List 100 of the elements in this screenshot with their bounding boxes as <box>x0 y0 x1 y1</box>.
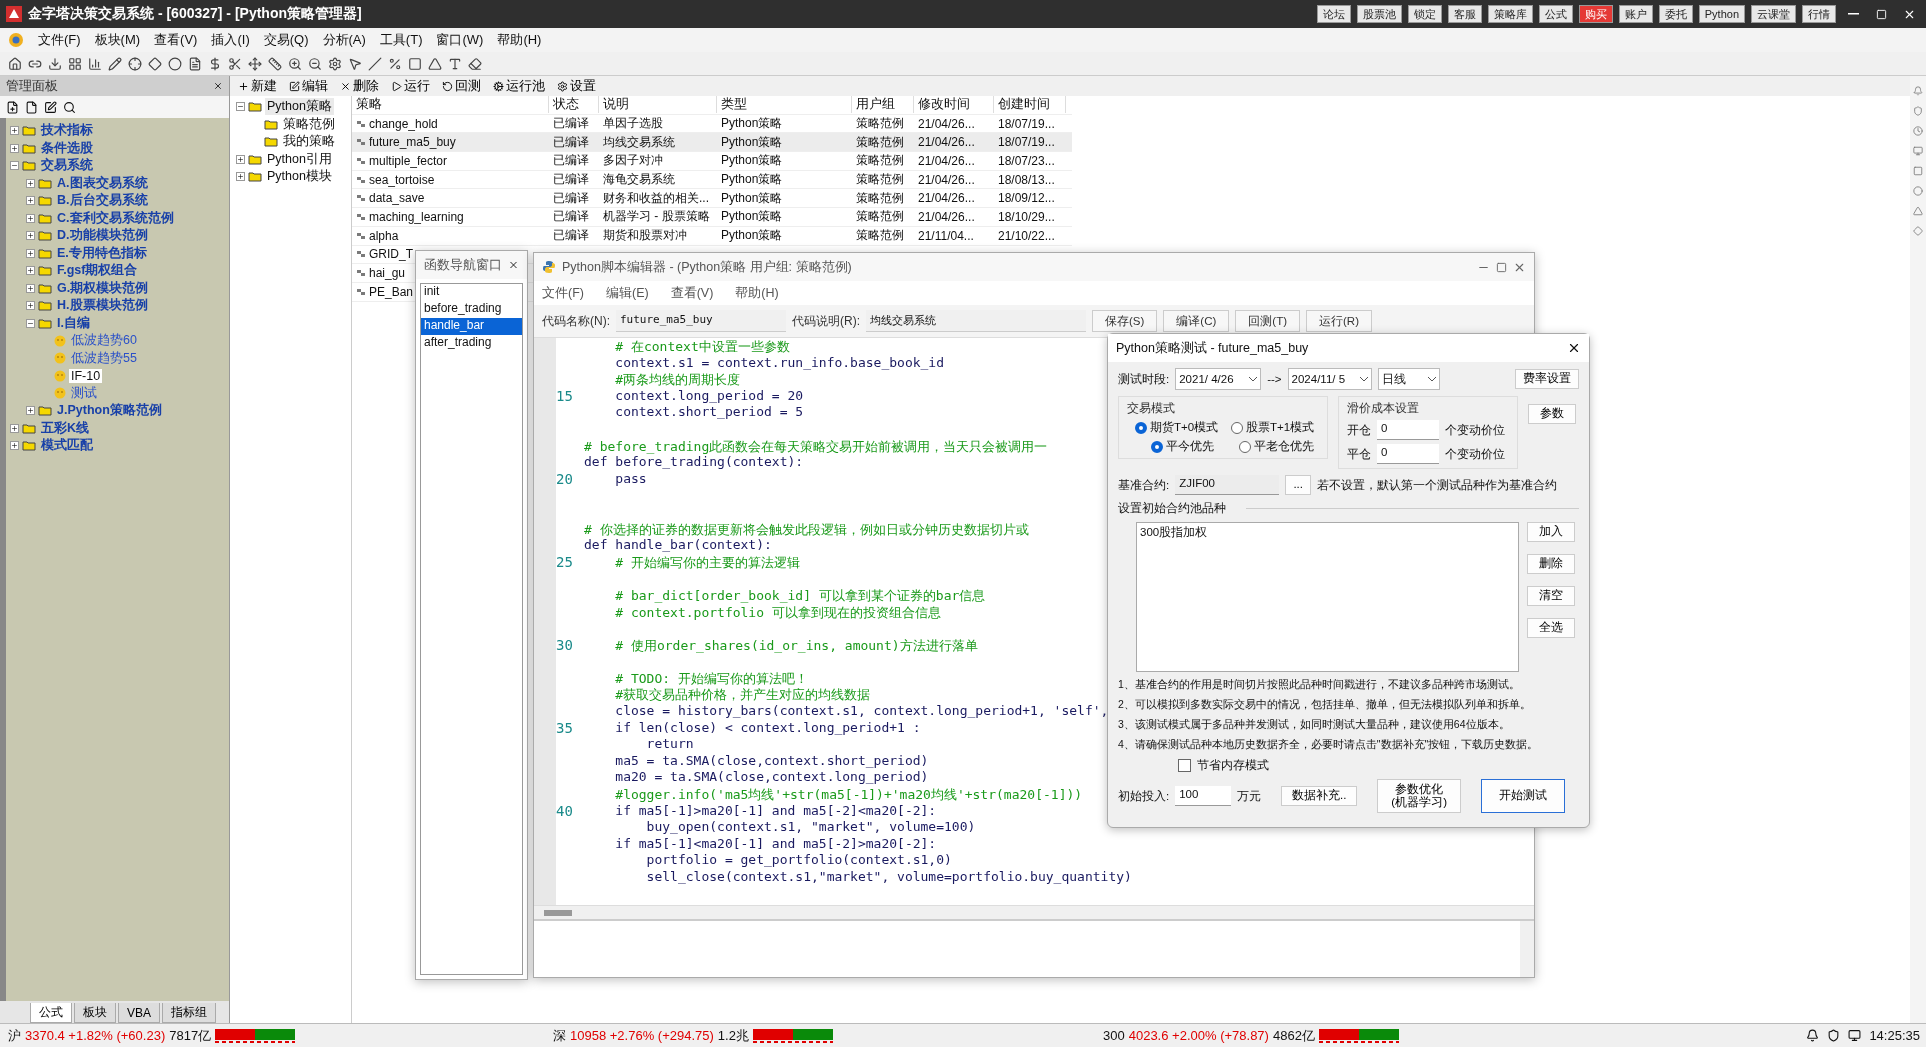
checkbox[interactable] <box>1178 759 1191 772</box>
edit-icon[interactable] <box>44 100 57 114</box>
browse-button[interactable]: ... <box>1285 475 1312 495</box>
tree-item[interactable]: 低波趋势55 <box>69 349 139 367</box>
toolbar-button[interactable]: 策略库 <box>1487 5 1533 23</box>
tree-item[interactable]: F.gsf期权组合 <box>55 262 140 280</box>
date-picker[interactable]: 2021/ 4/26 <box>1175 368 1262 390</box>
tree-item[interactable]: 低波趋势60 <box>69 332 139 350</box>
table-row[interactable]: data_save 已编译 财务和收益的相关... Python策略 策略范例 21/04/26... 18/09/12... <box>352 189 1072 209</box>
toolbar-button[interactable]: 股票池 <box>1356 5 1402 23</box>
input-field[interactable]: 0 <box>1377 420 1439 440</box>
toolbar-button[interactable]: 回测 <box>440 77 483 95</box>
column-header[interactable]: 说明 <box>599 96 717 114</box>
home-icon[interactable] <box>8 56 22 71</box>
radio-button[interactable]: 股票T+1模式 <box>1231 420 1319 435</box>
tree-item[interactable]: IF-10 <box>69 368 103 383</box>
tree-item[interactable]: J.Python策略范例 <box>55 402 164 420</box>
pool-button[interactable]: 清空 <box>1527 586 1575 606</box>
collapse-icon[interactable] <box>10 161 19 171</box>
rectangle-icon[interactable] <box>408 56 422 71</box>
column-header[interactable]: 用户组 <box>852 96 914 114</box>
tree-item[interactable]: A.图表交易系统 <box>55 174 150 192</box>
new-file-icon[interactable] <box>6 100 19 114</box>
tree-item[interactable]: Python策略 <box>265 98 334 116</box>
expand-icon[interactable] <box>26 301 35 311</box>
tab[interactable]: VBA <box>118 1003 160 1023</box>
tree-item[interactable]: 技术指标 <box>39 122 95 140</box>
toolbar-button[interactable]: 删除 <box>338 77 381 95</box>
close-icon[interactable] <box>213 81 223 91</box>
expand-icon[interactable] <box>26 213 35 223</box>
tree-item[interactable]: 我的策略 <box>281 133 337 151</box>
dollar-icon[interactable] <box>208 56 222 71</box>
toolbar-button[interactable]: 新建 <box>236 77 279 95</box>
input-field[interactable]: ZJIF00 <box>1175 475 1280 495</box>
data-supplement-button[interactable]: 数据补充.. <box>1281 786 1358 806</box>
menu-item[interactable]: 查看(V) <box>154 31 198 49</box>
expand-icon[interactable] <box>26 231 35 241</box>
toolbar-button[interactable]: 设置 <box>555 77 598 95</box>
document-icon[interactable] <box>188 56 202 71</box>
vertical-scrollbar[interactable] <box>1520 921 1534 977</box>
diamond-icon[interactable] <box>148 56 162 71</box>
toolbar-button[interactable]: 账户 <box>1618 5 1653 23</box>
toolbar-button[interactable]: 锁定 <box>1407 5 1442 23</box>
bell-icon[interactable] <box>1806 1029 1820 1042</box>
settings-icon[interactable] <box>328 56 342 71</box>
expand-icon[interactable] <box>10 143 19 153</box>
toolbar-button[interactable]: 客服 <box>1447 5 1482 23</box>
download-icon[interactable] <box>48 56 62 71</box>
tree-item[interactable]: I.自编 <box>55 314 92 332</box>
expand-icon[interactable] <box>26 196 35 206</box>
triangle-icon[interactable] <box>428 56 442 71</box>
maximize-icon[interactable] <box>1496 261 1507 273</box>
menu-item[interactable]: 帮助(H) <box>497 31 542 49</box>
radio-button[interactable]: 平今优先 <box>1151 439 1231 454</box>
tree-item[interactable]: 策略范例 <box>281 115 337 133</box>
editor-button[interactable]: 回测(T) <box>1235 310 1300 332</box>
crosshair-icon[interactable] <box>128 56 142 71</box>
line-icon[interactable] <box>368 56 382 71</box>
column-header[interactable]: 策略 <box>352 96 549 114</box>
tree-item[interactable]: E.专用特色指标 <box>55 244 149 262</box>
pool-button[interactable]: 全选 <box>1527 618 1575 638</box>
expand-icon[interactable] <box>10 126 19 136</box>
shield-icon[interactable] <box>1827 1029 1841 1042</box>
input-field[interactable]: 0 <box>1377 444 1439 464</box>
params-button[interactable]: 参数 <box>1528 404 1576 424</box>
editor-button[interactable]: 运行(R) <box>1306 310 1372 332</box>
collapse-icon[interactable] <box>236 102 245 112</box>
circle-icon[interactable] <box>168 56 182 71</box>
collapse-icon[interactable] <box>26 318 35 328</box>
menu-item[interactable]: 查看(V) <box>670 284 714 302</box>
tree-item[interactable]: D.功能模块范例 <box>55 227 150 245</box>
optimize-button[interactable]: 参数优化 (机器学习) <box>1377 779 1462 813</box>
tree-item[interactable]: H.股票模块范例 <box>55 297 150 315</box>
toolbar-button[interactable]: 运行池 <box>491 77 547 95</box>
input-field[interactable]: future_ma5_buy <box>616 310 786 332</box>
column-header[interactable]: 创建时间 <box>994 96 1066 114</box>
tree-item[interactable]: B.后台交易系统 <box>55 192 150 210</box>
table-row[interactable]: maching_learning 已编译 机器学习 - 股票策略 Python策略 策略范例 21/04/26... 18/10/29... <box>352 208 1072 227</box>
expand-icon[interactable] <box>26 283 35 293</box>
menu-item[interactable]: 分析(A) <box>322 31 366 49</box>
expand-icon[interactable] <box>26 248 35 258</box>
zoom-out-icon[interactable] <box>308 56 322 71</box>
input-field[interactable]: 100 <box>1175 786 1232 806</box>
percent-icon[interactable] <box>388 56 402 71</box>
list-item[interactable]: after_trading <box>421 335 522 352</box>
tree-item[interactable]: Python模块 <box>265 168 334 186</box>
scissors-icon[interactable] <box>228 56 242 71</box>
list-box[interactable]: 300股指加权 <box>1136 522 1519 672</box>
tree-item[interactable]: G.期权模块范例 <box>55 279 151 297</box>
toolbar-button[interactable]: 编辑 <box>287 77 330 95</box>
expand-icon[interactable] <box>10 441 19 451</box>
menu-item[interactable]: 交易(Q) <box>263 31 309 49</box>
close-icon[interactable] <box>1567 341 1581 355</box>
expand-icon[interactable] <box>26 406 35 416</box>
move-icon[interactable] <box>248 56 262 71</box>
column-header[interactable]: 类型 <box>717 96 852 114</box>
tree-item[interactable]: 交易系统 <box>39 157 95 175</box>
toolbar-button[interactable]: Python <box>1698 5 1745 23</box>
toolbar-button[interactable]: 运行 <box>389 77 432 95</box>
tree-item[interactable]: 五彩K线 <box>39 419 92 437</box>
